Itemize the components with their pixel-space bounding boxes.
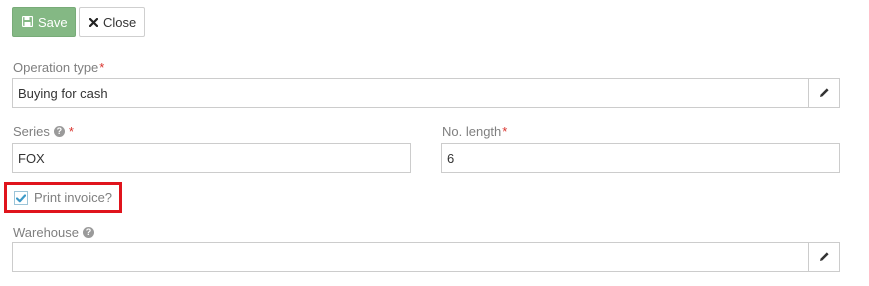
print-invoice-label[interactable]: Print invoice? xyxy=(34,190,112,205)
checkmark-icon xyxy=(15,191,27,206)
no-length-label-text: No. length xyxy=(442,124,502,139)
warehouse-label-text: Warehouse xyxy=(13,225,79,240)
required-marker: * xyxy=(68,124,74,139)
no-length-value: 6 xyxy=(447,150,455,166)
print-invoice-checkbox[interactable] xyxy=(14,191,28,205)
pencil-icon xyxy=(819,250,830,265)
operation-type-value: Buying for cash xyxy=(18,85,108,101)
close-button-label: Close xyxy=(103,14,137,30)
close-button[interactable]: Close xyxy=(79,7,145,37)
question-circle-icon[interactable]: ? xyxy=(83,227,94,238)
no-length-label: No. length * xyxy=(442,124,507,139)
series-value: FOX xyxy=(18,150,45,166)
series-label: Series ? * xyxy=(13,124,74,139)
floppy-disk-icon xyxy=(21,15,34,30)
series-field[interactable]: FOX xyxy=(12,143,411,173)
close-icon xyxy=(88,15,99,30)
question-circle-icon[interactable]: ? xyxy=(53,126,65,137)
series-label-text: Series xyxy=(13,124,50,139)
toolbar: Save Close xyxy=(12,7,145,37)
no-length-field[interactable]: 6 xyxy=(441,143,840,173)
required-marker: * xyxy=(502,124,508,139)
save-button[interactable]: Save xyxy=(12,7,76,37)
warehouse-edit-button[interactable] xyxy=(808,242,840,272)
pencil-icon xyxy=(819,86,830,101)
required-marker: * xyxy=(99,60,105,75)
warehouse-field[interactable] xyxy=(12,242,809,272)
save-button-label: Save xyxy=(38,14,68,30)
operation-type-label-text: Operation type xyxy=(13,60,99,75)
operation-type-edit-button[interactable] xyxy=(808,78,840,108)
warehouse-label: Warehouse ? xyxy=(13,225,94,240)
operation-type-field[interactable]: Buying for cash xyxy=(12,78,809,108)
operation-type-label: Operation type * xyxy=(13,60,104,75)
